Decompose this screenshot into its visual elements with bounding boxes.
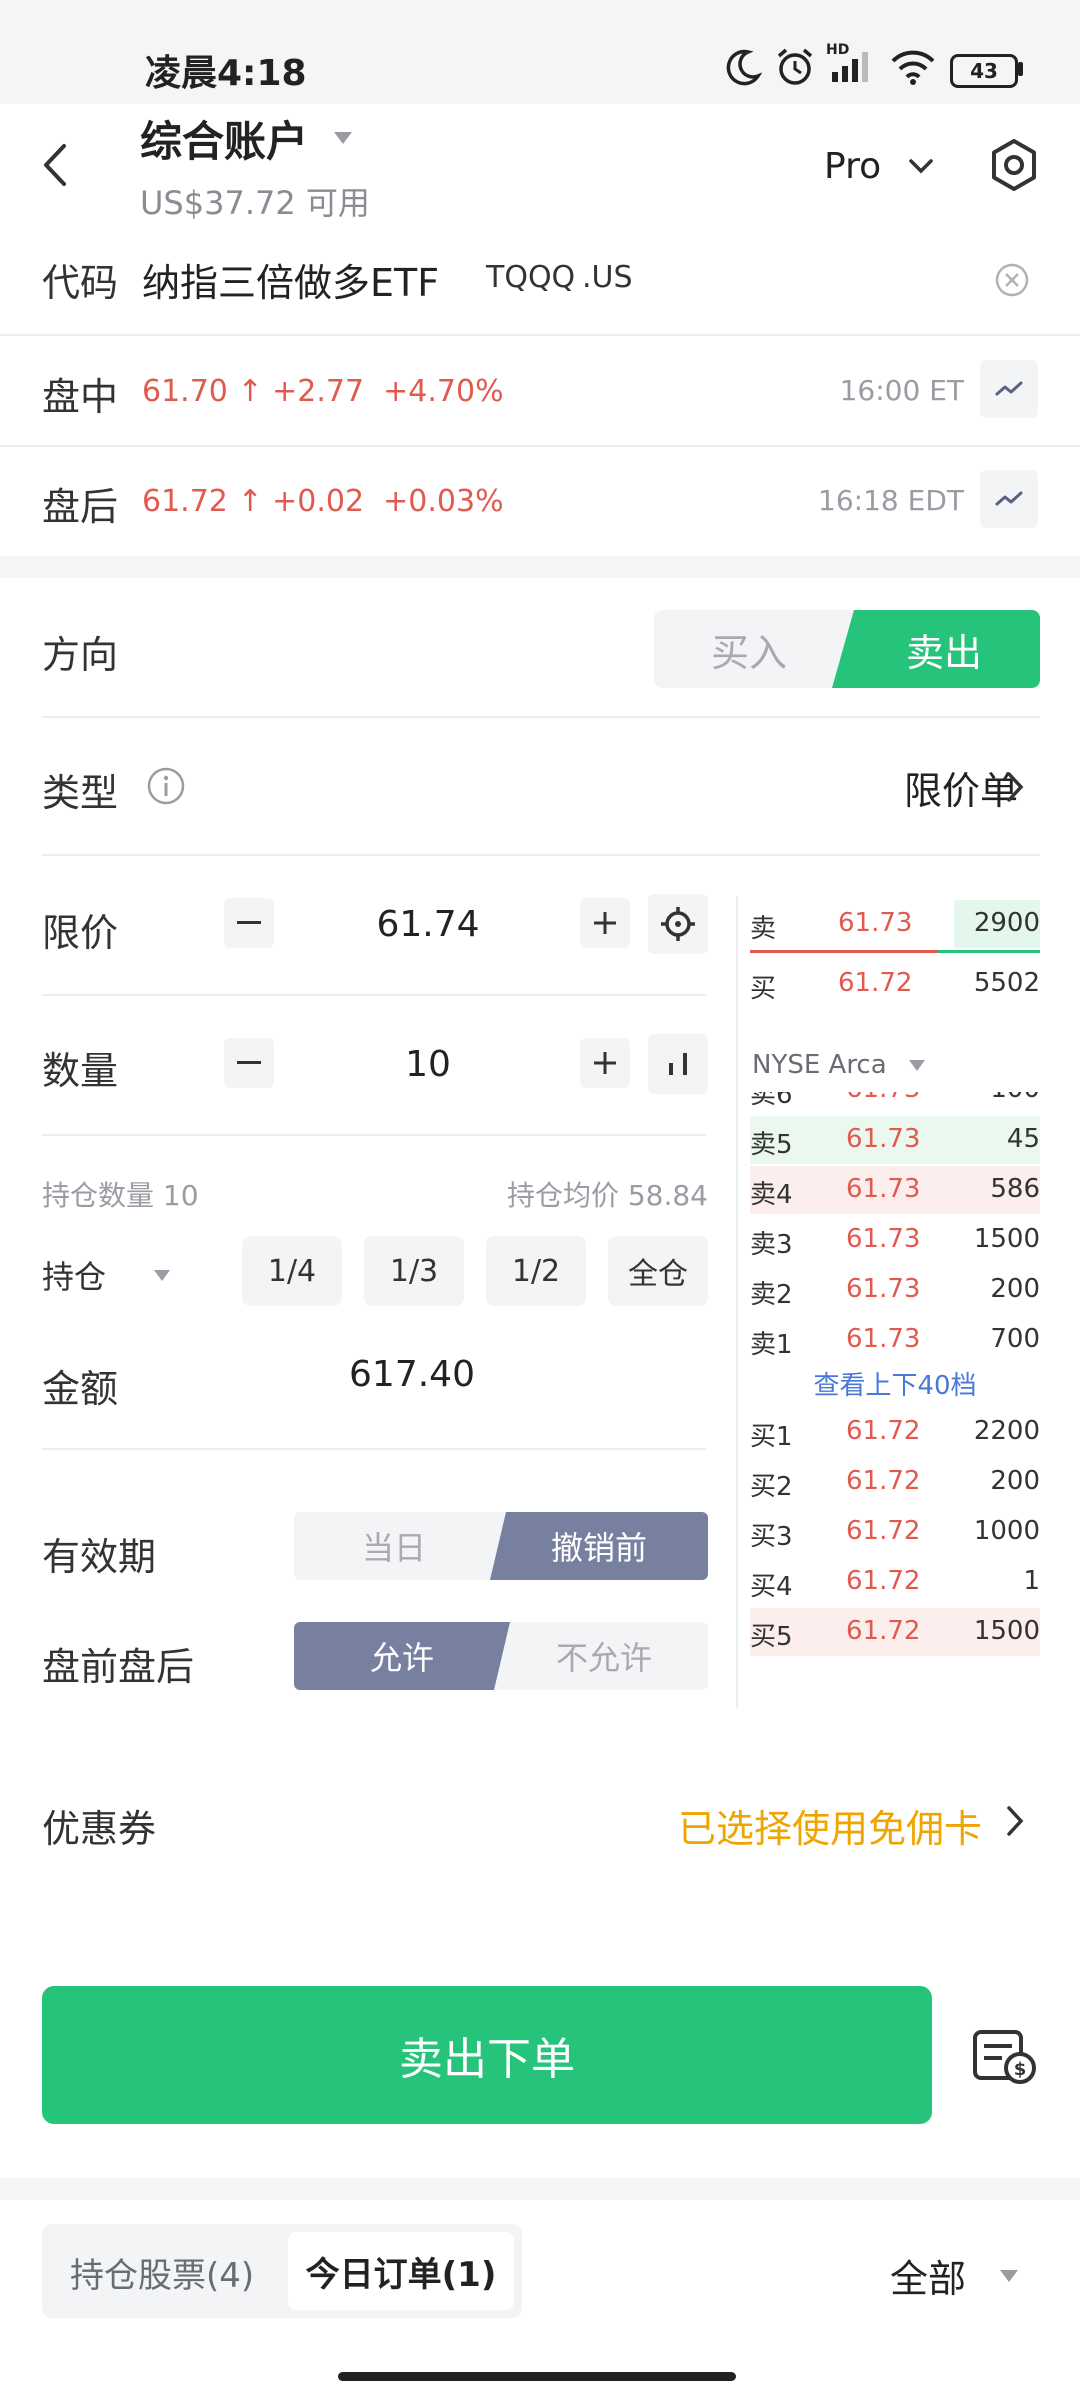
svg-text:$: $ — [1014, 2059, 1027, 2080]
order-fee-icon[interactable]: $ — [972, 2026, 1038, 2090]
direction-label: 方向 — [42, 633, 119, 677]
trend-icon — [995, 381, 1023, 396]
caret-down-icon — [334, 132, 353, 144]
half-position-button[interactable]: 1/2 — [486, 1236, 586, 1306]
buy-option[interactable]: 买入 — [654, 610, 844, 688]
bid-row-5: 买5 61.72 1500 — [750, 1608, 1040, 1656]
afterhours-chart-button[interactable] — [980, 470, 1038, 528]
trend-icon — [995, 491, 1023, 506]
pro-mode-selector[interactable]: Pro — [824, 138, 935, 194]
afterhours-label: 盘后 — [42, 485, 119, 529]
bid-row-3: 买3 61.72 1000 — [750, 1516, 1040, 1552]
extended-allow-option[interactable]: 允许 — [294, 1622, 510, 1690]
status-time: 凌晨4:18 — [145, 53, 307, 94]
holding-selector[interactable]: 持仓 — [42, 1252, 171, 1298]
validity-toggle: 当日 撤销前 — [294, 1512, 708, 1580]
qty-input[interactable]: 10 — [328, 1044, 528, 1085]
target-price-button[interactable] — [648, 894, 708, 954]
sell-option[interactable]: 卖出 — [832, 610, 1040, 688]
stock-market: .US — [582, 260, 633, 295]
code-label: 代码 — [42, 261, 119, 305]
direction-toggle: 买入 卖出 — [654, 610, 1040, 688]
afterhours-time: 16:18 EDT — [818, 484, 964, 517]
qty-chart-button[interactable] — [648, 1034, 708, 1094]
sell-submit-button[interactable]: 卖出下单 — [42, 1986, 932, 2124]
caret-down-icon — [154, 1269, 171, 1281]
holding-qty: 持仓数量 10 — [42, 1179, 199, 1212]
stock-ticker: TQQQ — [486, 260, 576, 295]
info-icon[interactable] — [146, 766, 186, 810]
back-button[interactable] — [36, 140, 76, 190]
third-position-button[interactable]: 1/3 — [364, 1236, 464, 1306]
qty-decrease-button[interactable] — [224, 1038, 274, 1088]
intraday-time: 16:00 ET — [839, 374, 964, 407]
validity-day-option[interactable]: 当日 — [294, 1512, 494, 1580]
minus-icon — [237, 1061, 261, 1064]
chevron-down-icon — [909, 159, 933, 174]
clear-icon[interactable] — [994, 262, 1030, 302]
best-ask-row: 卖 61.73 2900 — [750, 900, 1040, 948]
intraday-label: 盘中 — [42, 375, 119, 419]
caret-down-icon — [908, 1059, 925, 1071]
limit-price-input[interactable]: 61.74 — [328, 904, 528, 945]
ask-row-3: 卖3 61.73 1500 — [750, 1224, 1040, 1260]
tab-today-orders[interactable]: 今日订单(1) — [288, 2232, 514, 2310]
coupon-label: 优惠券 — [42, 1807, 157, 1851]
full-position-button[interactable]: 全仓 — [608, 1236, 708, 1306]
plus-icon — [594, 1052, 616, 1074]
available-funds: US$37.72 可用 — [140, 184, 370, 222]
quarter-position-button[interactable]: 1/4 — [242, 1236, 342, 1306]
minus-icon — [237, 921, 261, 924]
order-filter-selector[interactable]: 全部 — [890, 2248, 1019, 2303]
extended-deny-option[interactable]: 不允许 — [500, 1622, 708, 1690]
extended-label: 盘前盘后 — [42, 1645, 195, 1689]
validity-gtc-option[interactable]: 撤销前 — [490, 1512, 708, 1580]
limit-increase-button[interactable] — [580, 898, 630, 948]
stock-name[interactable]: 纳指三倍做多ETF — [142, 252, 439, 307]
ask-row-6-partial: 卖6 61.73 100 — [750, 1092, 1040, 1110]
bid-row-2: 买2 61.72 200 — [750, 1466, 1040, 1502]
qty-increase-button[interactable] — [580, 1038, 630, 1088]
amount-label: 金额 — [42, 1367, 119, 1411]
bar-chart-icon — [669, 1053, 687, 1075]
plus-icon — [594, 912, 616, 934]
amount-value: 617.40 — [349, 1354, 475, 1395]
holding-avg: 持仓均价 58.84 — [506, 1179, 708, 1212]
ask-row-2: 卖2 61.73 200 — [750, 1274, 1040, 1310]
bid-row-4: 买4 61.72 1 — [750, 1566, 1040, 1602]
extended-toggle: 允许 不允许 — [294, 1622, 708, 1690]
moon-icon — [722, 48, 763, 92]
battery-icon: 43 — [950, 54, 1018, 88]
afterhours-quote: 61.72 ↑ +0.02 +0.03% — [142, 484, 504, 519]
bid-row-1: 买1 61.72 2200 — [750, 1416, 1040, 1452]
home-indicator — [338, 2372, 736, 2381]
order-type-selector[interactable]: 限价单 — [904, 760, 1018, 815]
best-bid-row: 买 61.72 5502 — [750, 968, 1040, 1004]
validity-label: 有效期 — [42, 1535, 157, 1579]
intraday-chart-button[interactable] — [980, 360, 1038, 418]
order-book-depth: 卖6 61.73 100 卖5 61.73 45 卖4 61.73 586 卖3… — [750, 1092, 1040, 1656]
qty-label: 数量 — [42, 1049, 119, 1093]
caret-down-icon — [1000, 2269, 1019, 2282]
coupon-value[interactable]: 已选择使用免佣卡 — [678, 1798, 982, 1853]
type-label: 类型 — [42, 771, 119, 815]
wifi-icon — [890, 48, 936, 90]
ask-row-5: 卖5 61.73 45 — [750, 1116, 1040, 1164]
exchange-selector[interactable]: NYSE Arca — [752, 1050, 925, 1080]
limit-label: 限价 — [42, 911, 119, 955]
account-name: 综合账户 — [140, 116, 309, 166]
view-more-depth-link[interactable]: 查看上下40档 — [750, 1366, 1040, 1406]
settings-gear-icon[interactable] — [988, 138, 1040, 196]
signal-icon: HD — [826, 42, 878, 90]
account-selector[interactable]: 综合账户 — [140, 108, 353, 168]
intraday-quote: 61.70 ↑ +2.77 +4.70% — [142, 374, 504, 409]
ask-row-1: 卖1 61.73 700 — [750, 1324, 1040, 1360]
crosshair-icon — [661, 907, 695, 941]
chevron-right-icon — [1004, 1804, 1026, 1842]
limit-decrease-button[interactable] — [224, 898, 274, 948]
ask-row-4: 卖4 61.73 586 — [750, 1166, 1040, 1214]
chevron-right-icon — [1004, 770, 1026, 808]
tab-holdings[interactable]: 持仓股票(4) — [70, 2248, 254, 2297]
alarm-icon — [774, 46, 816, 92]
